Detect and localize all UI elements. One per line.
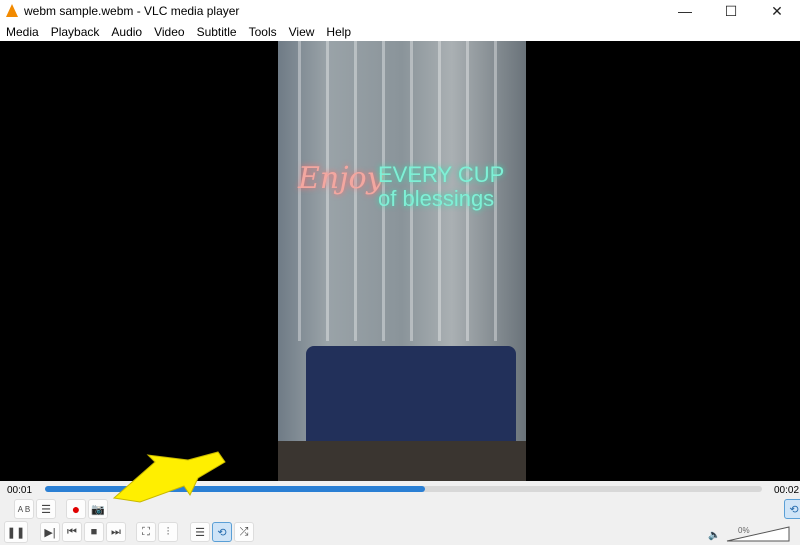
sofa xyxy=(306,346,516,451)
vlc-logo-icon xyxy=(6,4,18,17)
record-button[interactable]: ● xyxy=(66,499,86,519)
seek-progress xyxy=(45,486,425,492)
minimize-button[interactable]: — xyxy=(662,0,708,22)
menu-subtitle[interactable]: Subtitle xyxy=(191,25,243,39)
menu-media[interactable]: Media xyxy=(0,25,45,39)
menu-help[interactable]: Help xyxy=(320,25,357,39)
elapsed-time: 00:01 xyxy=(7,485,33,496)
maximize-button[interactable]: ☐ xyxy=(708,0,754,22)
window-title: webm sample.webm - VLC media player xyxy=(24,4,240,18)
frame-step-button[interactable]: ▶| xyxy=(40,522,60,542)
volume-label: 0% xyxy=(738,526,750,535)
loop-button-side[interactable]: ⟲ xyxy=(784,499,800,519)
menu-video[interactable]: Video xyxy=(148,25,190,39)
snapshot-button[interactable]: 📷 xyxy=(88,499,108,519)
video-frame: Enjoy EVERY CUP of blessings xyxy=(278,41,526,481)
playlist-toggle-button[interactable]: ☰ xyxy=(36,499,56,519)
annotation-arrow xyxy=(112,451,226,503)
stop-button[interactable]: ■ xyxy=(84,522,104,542)
total-time: 00:02 xyxy=(774,485,800,496)
loop-button[interactable]: ⟲ xyxy=(212,522,232,542)
volume-slider[interactable] xyxy=(725,526,795,542)
menu-audio[interactable]: Audio xyxy=(105,25,148,39)
extended-settings-button[interactable]: ⫶ xyxy=(158,522,178,542)
menu-view[interactable]: View xyxy=(283,25,321,39)
pause-button[interactable]: ❚❚ xyxy=(4,521,28,543)
menu-bar: Media Playback Audio Video Subtitle Tool… xyxy=(0,22,800,41)
menu-playback[interactable]: Playback xyxy=(45,25,106,39)
close-button[interactable]: ✕ xyxy=(754,0,800,22)
shuffle-button[interactable]: ⤮ xyxy=(234,522,254,542)
title-bar: webm sample.webm - VLC media player — ☐ … xyxy=(0,0,800,22)
next-button[interactable]: ⏭ xyxy=(106,522,126,542)
playlist-button[interactable]: ☰ xyxy=(190,522,210,542)
previous-button[interactable]: ⏮ xyxy=(62,522,82,542)
ab-loop-button[interactable]: A B xyxy=(14,499,34,519)
floor xyxy=(278,441,526,481)
video-area[interactable]: Enjoy EVERY CUP of blessings xyxy=(0,41,800,481)
menu-tools[interactable]: Tools xyxy=(243,25,283,39)
fullscreen-button[interactable]: ⛶ xyxy=(136,522,156,542)
neon-text-every-cup: EVERY CUP of blessings xyxy=(378,162,505,211)
speaker-icon[interactable]: 🔈 xyxy=(708,530,720,541)
neon-text-enjoy: Enjoy xyxy=(298,161,384,196)
